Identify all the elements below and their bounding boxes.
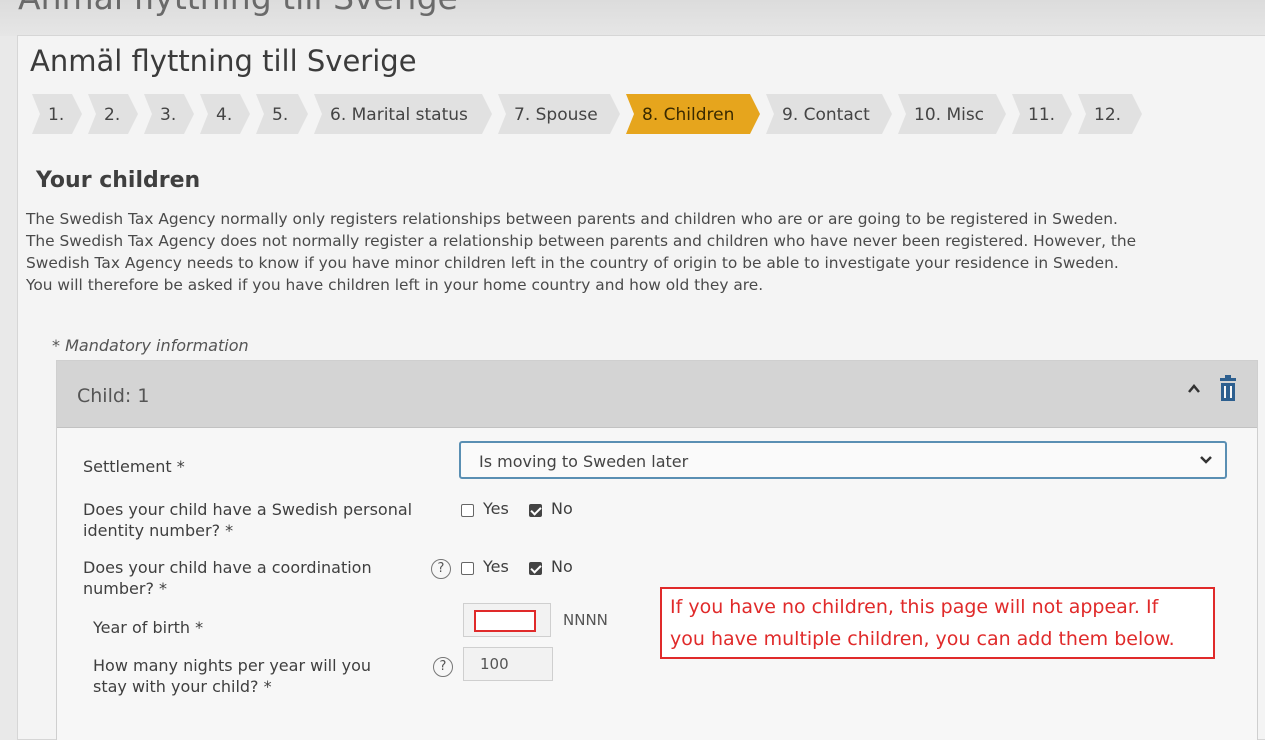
step-3[interactable]: 3. (144, 94, 194, 134)
top-heading-cutoff: Anmäl flyttning till Sverige (18, 0, 458, 17)
year-of-birth-input[interactable] (463, 603, 551, 637)
step-7-spouse[interactable]: 7. Spouse (498, 94, 620, 134)
intro-line: You will therefore be asked if you have … (26, 276, 764, 294)
personal-id-no-checkbox[interactable] (529, 504, 542, 517)
children-section: Your children (36, 168, 1265, 193)
step-1[interactable]: 1. (32, 94, 82, 134)
coordination-yes-checkbox[interactable] (461, 562, 474, 575)
label-line: How many nights per year will you (93, 656, 372, 675)
year-format-hint: NNNN (563, 611, 608, 629)
intro-line: Swedish Tax Agency needs to know if you … (26, 254, 1119, 272)
child-header[interactable]: Child: 1 (57, 361, 1257, 428)
label-line: Does your child have a coordination (83, 558, 372, 577)
intro-line: The Swedish Tax Agency does not normally… (26, 232, 1137, 250)
step-11[interactable]: 11. (1012, 94, 1072, 134)
label-line: number? * (83, 579, 168, 598)
annotation-line: you have multiple children, you can add … (670, 628, 1175, 650)
nights-placeholder: 100 (480, 655, 509, 673)
settlement-value: Is moving to Sweden later (479, 452, 689, 471)
year-of-birth-label: Year of birth * (93, 618, 204, 637)
mandatory-note: * Mandatory information (52, 336, 249, 355)
section-title: Your children (36, 168, 201, 193)
annotation-callout: If you have no children, this page will … (660, 587, 1215, 659)
nights-label: How many nights per year will you stay w… (93, 655, 371, 697)
help-icon[interactable]: ? (433, 657, 453, 677)
personal-id-yes-label: Yes (483, 499, 509, 518)
step-9-contact[interactable]: 9. Contact (766, 94, 892, 134)
settlement-select[interactable]: Is moving to Sweden later (459, 441, 1227, 479)
intro-line: The Swedish Tax Agency normally only reg… (26, 210, 1118, 228)
step-10-misc[interactable]: 10. Misc (898, 94, 1006, 134)
step-2[interactable]: 2. (88, 94, 138, 134)
coordination-no-checkbox[interactable] (529, 562, 542, 575)
intro-text: The Swedish Tax Agency normally only reg… (26, 208, 1256, 296)
nights-input[interactable]: 100 (463, 647, 553, 681)
trash-icon[interactable] (1217, 375, 1239, 405)
coordination-yes-label: Yes (483, 557, 509, 576)
chevron-down-icon (1199, 452, 1213, 466)
label-line: identity number? * (83, 521, 234, 540)
personal-id-yes-checkbox[interactable] (461, 504, 474, 517)
child-panel: Child: 1 Settlement * Is moving to Swede… (56, 360, 1258, 740)
coordination-no-label: No (551, 557, 573, 576)
child-title: Child: 1 (77, 385, 150, 407)
step-8-children[interactable]: 8. Children (626, 94, 760, 134)
annotation-line: If you have no children, this page will … (670, 596, 1159, 618)
step-5[interactable]: 5. (256, 94, 308, 134)
year-of-birth-highlight (474, 610, 536, 632)
personal-id-no-label: No (551, 499, 573, 518)
label-line: Does your child have a Swedish personal (83, 500, 413, 519)
coordination-label: Does your child have a coordination numb… (83, 557, 372, 599)
collapse-chevron-up-icon[interactable] (1185, 381, 1203, 399)
page-title: Anmäl flyttning till Sverige (30, 44, 417, 78)
help-icon[interactable]: ? (431, 559, 451, 579)
step-4[interactable]: 4. (200, 94, 250, 134)
label-line: stay with your child? * (93, 677, 272, 696)
settlement-label: Settlement * (83, 457, 185, 476)
step-6-marital-status[interactable]: 6. Marital status (314, 94, 492, 134)
personal-id-label: Does your child have a Swedish personal … (83, 499, 412, 541)
step-12[interactable]: 12. (1078, 94, 1142, 134)
